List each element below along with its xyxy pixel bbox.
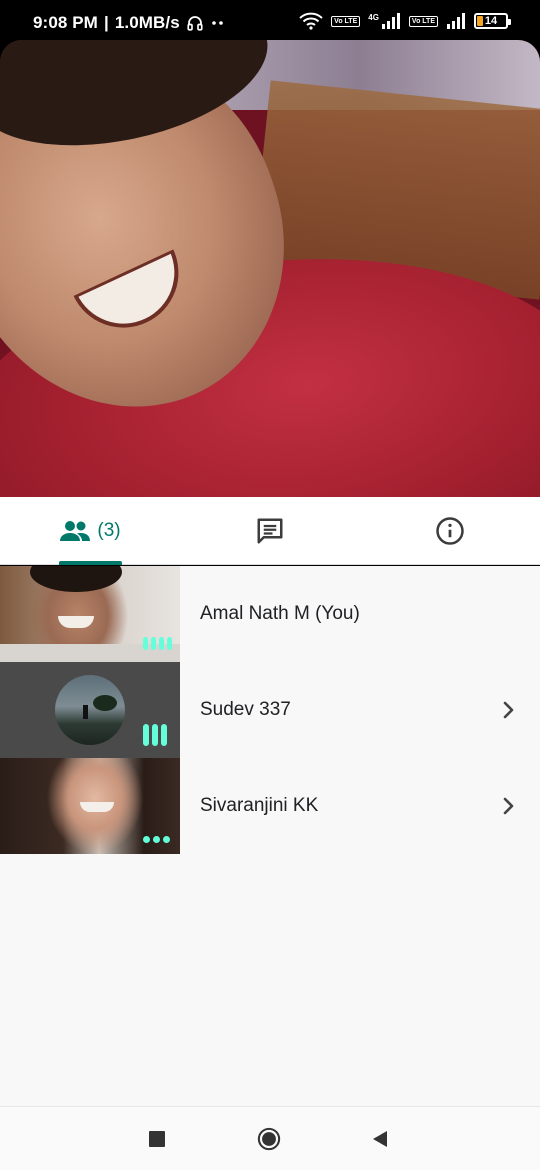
- tab-chat[interactable]: [180, 497, 360, 565]
- system-navigation-bar: [0, 1106, 540, 1170]
- participant-name: Amal Nath M (You): [200, 603, 360, 624]
- wifi-icon: [299, 12, 323, 30]
- participants-count: (3): [97, 520, 121, 541]
- participant-row[interactable]: Sudev 337: [0, 662, 540, 758]
- tab-info[interactable]: [360, 497, 540, 565]
- volte-badge-2: Vo LTE: [408, 15, 438, 27]
- main-video-feed[interactable]: [0, 40, 540, 497]
- chat-icon: [257, 518, 283, 544]
- volte-badge-1: Vo LTE: [331, 15, 361, 27]
- home-button[interactable]: [257, 1127, 281, 1151]
- participant-row[interactable]: Sivaranjini KK: [0, 758, 540, 854]
- status-time: 9:08 PM: [33, 13, 98, 32]
- signal-icon-1: [381, 13, 400, 29]
- info-icon: [436, 517, 464, 545]
- battery-icon: 14: [474, 13, 511, 29]
- participants-list: Amal Nath M (You) Sudev 337 Sivaranjini …: [0, 566, 540, 1106]
- audio-level-icon: [143, 637, 172, 650]
- recent-apps-icon: [149, 1131, 165, 1147]
- headphones-icon: [187, 16, 203, 31]
- participant-name: Sudev 337: [200, 699, 291, 720]
- status-left: 9:08 PM | 1.0MB/s: [33, 13, 226, 33]
- active-tab-indicator: [59, 561, 122, 565]
- tab-bar: (3): [0, 497, 540, 565]
- status-separator: |: [103, 13, 109, 32]
- chevron-right-icon[interactable]: [496, 794, 520, 818]
- participant-video-thumbnail: [0, 758, 180, 854]
- audio-idle-icon: [143, 836, 170, 843]
- participant-row[interactable]: Amal Nath M (You): [0, 566, 540, 662]
- people-icon: [60, 521, 91, 541]
- participant-avatar-tile: [0, 662, 180, 758]
- status-right: Vo LTE 4G Vo LTE 14: [299, 12, 511, 30]
- network-type: 4G: [368, 12, 379, 22]
- participant-video-thumbnail: [0, 566, 180, 662]
- chevron-right-icon[interactable]: [496, 698, 520, 722]
- home-icon: [257, 1127, 281, 1151]
- audio-level-icon: [143, 724, 167, 746]
- back-icon: [373, 1131, 387, 1147]
- network-speed: 1.0MB/s: [114, 13, 180, 32]
- battery-level: 14: [484, 15, 498, 27]
- participant-name: Sivaranjini KK: [200, 795, 319, 816]
- back-button[interactable]: [368, 1127, 392, 1151]
- avatar: [55, 675, 125, 745]
- notification-dots-icon: [211, 21, 223, 25]
- tab-participants[interactable]: (3): [0, 497, 180, 565]
- recent-apps-button[interactable]: [145, 1127, 169, 1151]
- signal-icon-2: [447, 13, 465, 29]
